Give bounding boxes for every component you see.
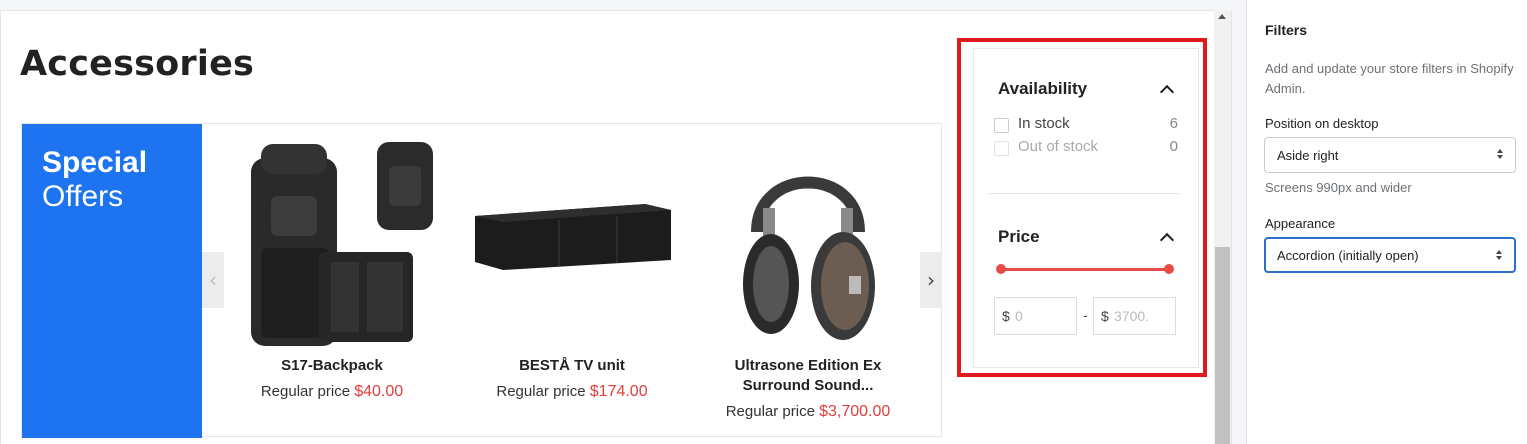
- product-title[interactable]: S17-Backpack: [222, 356, 442, 376]
- price-slider-track[interactable]: [1001, 268, 1167, 271]
- price-max-input[interactable]: $ 3700.: [1093, 297, 1176, 335]
- product-image[interactable]: [227, 136, 437, 348]
- settings-title: Filters: [1265, 22, 1308, 38]
- scroll-up-arrow-icon[interactable]: [1218, 14, 1226, 19]
- price-min-input[interactable]: $ 0: [994, 297, 1077, 335]
- chevron-left-icon: ‹: [209, 268, 217, 292]
- product-card[interactable]: Ultrasone Edition Ex Surround Sound... R…: [698, 136, 918, 422]
- position-select[interactable]: Aside right: [1264, 137, 1516, 173]
- product-card[interactable]: S17-Backpack Regular price $40.00: [222, 136, 442, 402]
- checkbox[interactable]: [994, 118, 1009, 133]
- product-card[interactable]: BESTÅ TV unit Regular price $174.00: [462, 136, 682, 402]
- product-title-line: Ultrasone Edition Ex: [734, 357, 882, 374]
- price-slider-max-handle[interactable]: [1164, 264, 1174, 274]
- checkbox[interactable]: [994, 141, 1009, 156]
- appearance-select-value: Accordion (initially open): [1277, 248, 1419, 263]
- settings-help-text: Add and update your store filters in Sho…: [1265, 61, 1514, 96]
- storefront-preview: Accessories Special Offers ‹ S17-Backpac…: [0, 10, 1232, 444]
- position-hint: Screens 990px and wider: [1265, 180, 1412, 195]
- product-title[interactable]: Ultrasone Edition Ex Surround Sound...: [698, 356, 918, 396]
- price-heading[interactable]: Price: [998, 227, 1040, 247]
- price-label: Regular price: [260, 383, 351, 400]
- chevron-up-icon[interactable]: [1159, 84, 1175, 100]
- product-title[interactable]: BESTÅ TV unit: [462, 356, 682, 376]
- price-amount: $3,700.00: [819, 403, 891, 420]
- price-slider-min-handle[interactable]: [996, 264, 1006, 274]
- price-separator: -: [1083, 307, 1088, 323]
- product-price: Regular price $3,700.00: [698, 402, 918, 422]
- product-image[interactable]: [467, 136, 677, 348]
- divider: [989, 193, 1179, 194]
- price-label: Regular price: [725, 403, 815, 420]
- settings-panel: Filters Add and update your store filter…: [1246, 0, 1527, 444]
- product-title-line: Surround Sound...: [742, 377, 874, 394]
- position-label: Position on desktop: [1265, 116, 1379, 131]
- theme-editor: Accessories Special Offers ‹ S17-Backpac…: [0, 0, 1527, 444]
- product-image[interactable]: [703, 136, 913, 348]
- price-amount: $40.00: [354, 383, 404, 400]
- product-price: Regular price $40.00: [222, 382, 442, 402]
- price-amount: $174.00: [589, 383, 648, 400]
- filter-option-count: 6: [1169, 115, 1178, 132]
- promo-subtitle: Offers: [42, 180, 124, 213]
- appearance-label: Appearance: [1265, 216, 1336, 231]
- price-min-placeholder: 0: [1015, 308, 1023, 324]
- currency-symbol: $: [1101, 308, 1109, 324]
- product-carousel: Special Offers ‹ S17-Backpack Regular pr…: [21, 123, 942, 438]
- promo-banner[interactable]: Special Offers: [22, 124, 202, 438]
- filter-option-count: 0: [1169, 138, 1178, 155]
- filter-option-out-of-stock[interactable]: Out of stock 0: [994, 138, 1178, 158]
- appearance-select[interactable]: Accordion (initially open): [1264, 237, 1516, 273]
- select-arrows-icon: [1497, 149, 1503, 159]
- filter-option-label: Out of stock: [1018, 138, 1099, 155]
- product-price: Regular price $174.00: [462, 382, 682, 402]
- currency-symbol: $: [1002, 308, 1010, 324]
- carousel-next-button[interactable]: ›: [920, 252, 942, 308]
- filter-option-label: In stock: [1018, 115, 1070, 132]
- filter-sidebar-highlight: Availability In stock 6 Out of stock 0 P…: [957, 38, 1207, 377]
- preview-scrollbar[interactable]: [1214, 10, 1231, 444]
- scrollbar-thumb[interactable]: [1215, 247, 1230, 444]
- price-max-placeholder: 3700.: [1114, 308, 1150, 324]
- chevron-up-icon[interactable]: [1159, 232, 1175, 248]
- chevron-right-icon: ›: [927, 268, 935, 292]
- select-arrows-icon: [1496, 250, 1502, 260]
- availability-heading[interactable]: Availability: [998, 79, 1087, 99]
- filter-option-in-stock[interactable]: In stock 6: [994, 115, 1178, 135]
- promo-title: Special: [42, 146, 148, 179]
- position-select-value: Aside right: [1277, 148, 1339, 163]
- carousel-prev-button[interactable]: ‹: [202, 252, 224, 308]
- filter-sidebar: Availability In stock 6 Out of stock 0 P…: [973, 48, 1199, 368]
- price-label: Regular price: [496, 383, 586, 400]
- page-title: Accessories: [20, 44, 255, 84]
